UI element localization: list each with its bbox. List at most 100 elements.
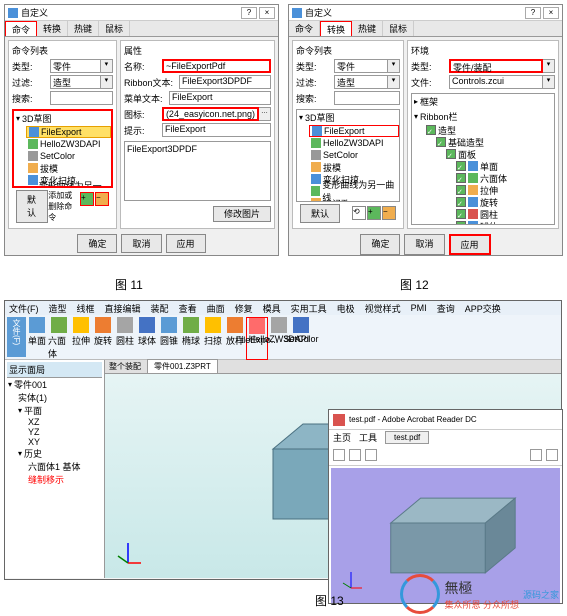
menu-item[interactable]: 查询 xyxy=(437,302,455,315)
command-tree[interactable]: ▾3D草图 FileExport HelloZW3DAPI SetColor 拔… xyxy=(296,109,400,202)
menu-item[interactable]: 电极 xyxy=(337,302,355,315)
pdf-print-icon[interactable] xyxy=(349,449,361,461)
logo-sub2: 集众所恩 分众所想 xyxy=(444,598,519,611)
menubar: 文件(F) 造型 线框 直接编辑 装配 查看 曲面 修复 模具 实用工具 电极 … xyxy=(5,301,561,315)
dialog-tabs: 命令 转换 热键 鼠标 xyxy=(5,21,278,37)
filter-field[interactable]: 造型 xyxy=(50,75,101,89)
menu-item[interactable]: 线框 xyxy=(77,302,95,315)
tab-hotkey[interactable]: 热键 xyxy=(68,21,99,36)
ribbon-btn[interactable]: 单面 xyxy=(26,317,48,360)
menu-item[interactable]: 装配 xyxy=(151,302,169,315)
menu-item[interactable]: PMI xyxy=(411,303,427,313)
env-type-field[interactable]: 零件/装配 xyxy=(449,59,543,73)
menu-item[interactable]: 视觉样式 xyxy=(365,302,401,315)
modify-image-button[interactable]: 修改图片 xyxy=(213,206,271,222)
filter-field[interactable]: 造型 xyxy=(334,75,388,89)
tab-command[interactable]: 命令 xyxy=(5,21,37,36)
menu-item[interactable]: 直接编辑 xyxy=(105,302,141,315)
menu-item[interactable]: 文件(F) xyxy=(9,302,39,315)
tab-transfer[interactable]: 转换 xyxy=(320,21,352,36)
document-tab[interactable]: 零件001.Z3PRT xyxy=(147,359,218,374)
app-icon xyxy=(292,8,302,18)
tree-item[interactable]: FileExport xyxy=(324,126,365,136)
logo-circle-icon xyxy=(400,574,440,614)
pdf-tools[interactable]: 工具 xyxy=(359,431,377,444)
watermark-logo: 無極 集众所恩 分众所想 源码之家 xyxy=(400,574,559,614)
default-button[interactable]: 默认 xyxy=(300,204,340,223)
close-button[interactable]: × xyxy=(543,7,559,19)
search-field[interactable] xyxy=(334,91,400,105)
pdf-nav-icon[interactable] xyxy=(530,449,542,461)
pdf-zoom-icon[interactable] xyxy=(546,449,558,461)
pdf-toolbar xyxy=(329,444,562,466)
ribbon-field[interactable]: FileExport3DPDF xyxy=(179,75,271,89)
tab-hotkey[interactable]: 热键 xyxy=(352,21,383,36)
name-label: 名称: xyxy=(124,60,162,73)
help-button[interactable]: ? xyxy=(241,7,257,19)
env-file-field[interactable]: Controls.zcui xyxy=(449,75,543,89)
side-root[interactable]: ▾零件001 xyxy=(7,378,102,391)
ribbon-filetab[interactable]: 文件(F) xyxy=(7,317,26,357)
tab-mouse[interactable]: 鼠标 xyxy=(99,21,130,36)
tree-item[interactable]: SetColor xyxy=(40,151,75,161)
ribbon-btn[interactable]: 椭球 xyxy=(180,317,202,360)
ribbon-btn[interactable]: 旋转 xyxy=(92,317,114,360)
hint-field[interactable]: FileExport xyxy=(162,123,271,137)
ribbon-btn[interactable]: 圆锥 xyxy=(158,317,180,360)
menu-item[interactable]: 实用工具 xyxy=(291,302,327,315)
menu-item[interactable]: 曲面 xyxy=(207,302,225,315)
ok-button[interactable]: 确定 xyxy=(360,234,400,255)
desc-area[interactable]: FileExport3DPDF xyxy=(124,141,271,201)
tree-item[interactable]: HelloZW3DAPI xyxy=(40,139,101,149)
type-field[interactable]: 零件 xyxy=(334,59,388,73)
filter-dropdown[interactable]: ▾ xyxy=(101,75,113,89)
icon-browse[interactable]: … xyxy=(259,107,271,121)
ribbon-btn[interactable]: 圆柱 xyxy=(114,317,136,360)
env-tree[interactable]: ▸框架 ▾Ribbon栏 造型 基础造型 面板 单面 六面体 拉伸 旋转 xyxy=(411,93,555,225)
titlebar[interactable]: 自定义 ? × xyxy=(5,5,278,21)
menu-field[interactable]: FileExport xyxy=(169,91,271,105)
pdf-mail-icon[interactable] xyxy=(365,449,377,461)
name-field[interactable]: ~FileExportPdf xyxy=(162,59,271,73)
default-button[interactable]: 默认 xyxy=(16,190,48,223)
menu-item[interactable]: 修复 xyxy=(235,302,253,315)
icon-label: 图标: xyxy=(124,108,162,121)
tree-root: 3D草图 xyxy=(22,112,52,125)
cancel-button[interactable]: 取消 xyxy=(404,234,444,255)
menu-item[interactable]: 查看 xyxy=(179,302,197,315)
menu-item[interactable]: 模具 xyxy=(263,302,281,315)
apply-button[interactable]: 应用 xyxy=(166,234,206,253)
apply-button[interactable]: 应用 xyxy=(449,234,491,255)
ribbon-btn[interactable]: 扫掠 xyxy=(202,317,224,360)
ribbon-btn[interactable]: 六面体 xyxy=(48,317,70,360)
tree-item[interactable]: FileExport xyxy=(41,127,82,137)
close-button[interactable]: × xyxy=(259,7,275,19)
command-tree[interactable]: ▾3D草图 FileExport HelloZW3DAPI SetColor 拔… xyxy=(12,109,113,188)
tab-mouse[interactable]: 鼠标 xyxy=(383,21,414,36)
side-tab[interactable]: 显示面局 xyxy=(7,362,102,378)
icon-field[interactable]: (24_easyicon.net.png) xyxy=(162,107,259,121)
tree-item[interactable]: 变形曲线为另一曲线 xyxy=(39,179,109,188)
help-button[interactable]: ? xyxy=(525,7,541,19)
command-list-panel: 命令列表 类型:零件▾ 过滤:造型▾ 搜索: ▾3D草图 FileExport … xyxy=(292,40,404,229)
view-scope[interactable]: 整个装配 xyxy=(109,361,141,372)
ribbon-btn[interactable]: 球体 xyxy=(136,317,158,360)
pdf-save-icon[interactable] xyxy=(333,449,345,461)
cancel-button[interactable]: 取消 xyxy=(121,234,161,253)
tab-command[interactable]: 命令 xyxy=(289,21,320,36)
type-dropdown[interactable]: ▾ xyxy=(101,59,113,73)
pdf-home[interactable]: 主页 xyxy=(333,431,351,444)
tab-transfer[interactable]: 转换 xyxy=(37,21,68,36)
ok-button[interactable]: 确定 xyxy=(77,234,117,253)
menu-item[interactable]: 造型 xyxy=(49,302,67,315)
add-button[interactable]: + xyxy=(80,192,94,206)
pdf-titlebar[interactable]: test.pdf - Adobe Acrobat Reader DC xyxy=(329,410,562,430)
titlebar[interactable]: 自定义 ? × xyxy=(289,5,562,21)
ribbon-btn[interactable]: 拉伸 xyxy=(70,317,92,360)
menu-item[interactable]: APP交换 xyxy=(465,302,501,315)
del-button[interactable]: − xyxy=(95,192,109,206)
search-field[interactable] xyxy=(50,91,113,105)
type-field[interactable]: 零件 xyxy=(50,59,101,73)
pdf-tab[interactable]: test.pdf xyxy=(385,431,429,444)
ribbon-btn[interactable]: SetColor xyxy=(290,317,312,360)
